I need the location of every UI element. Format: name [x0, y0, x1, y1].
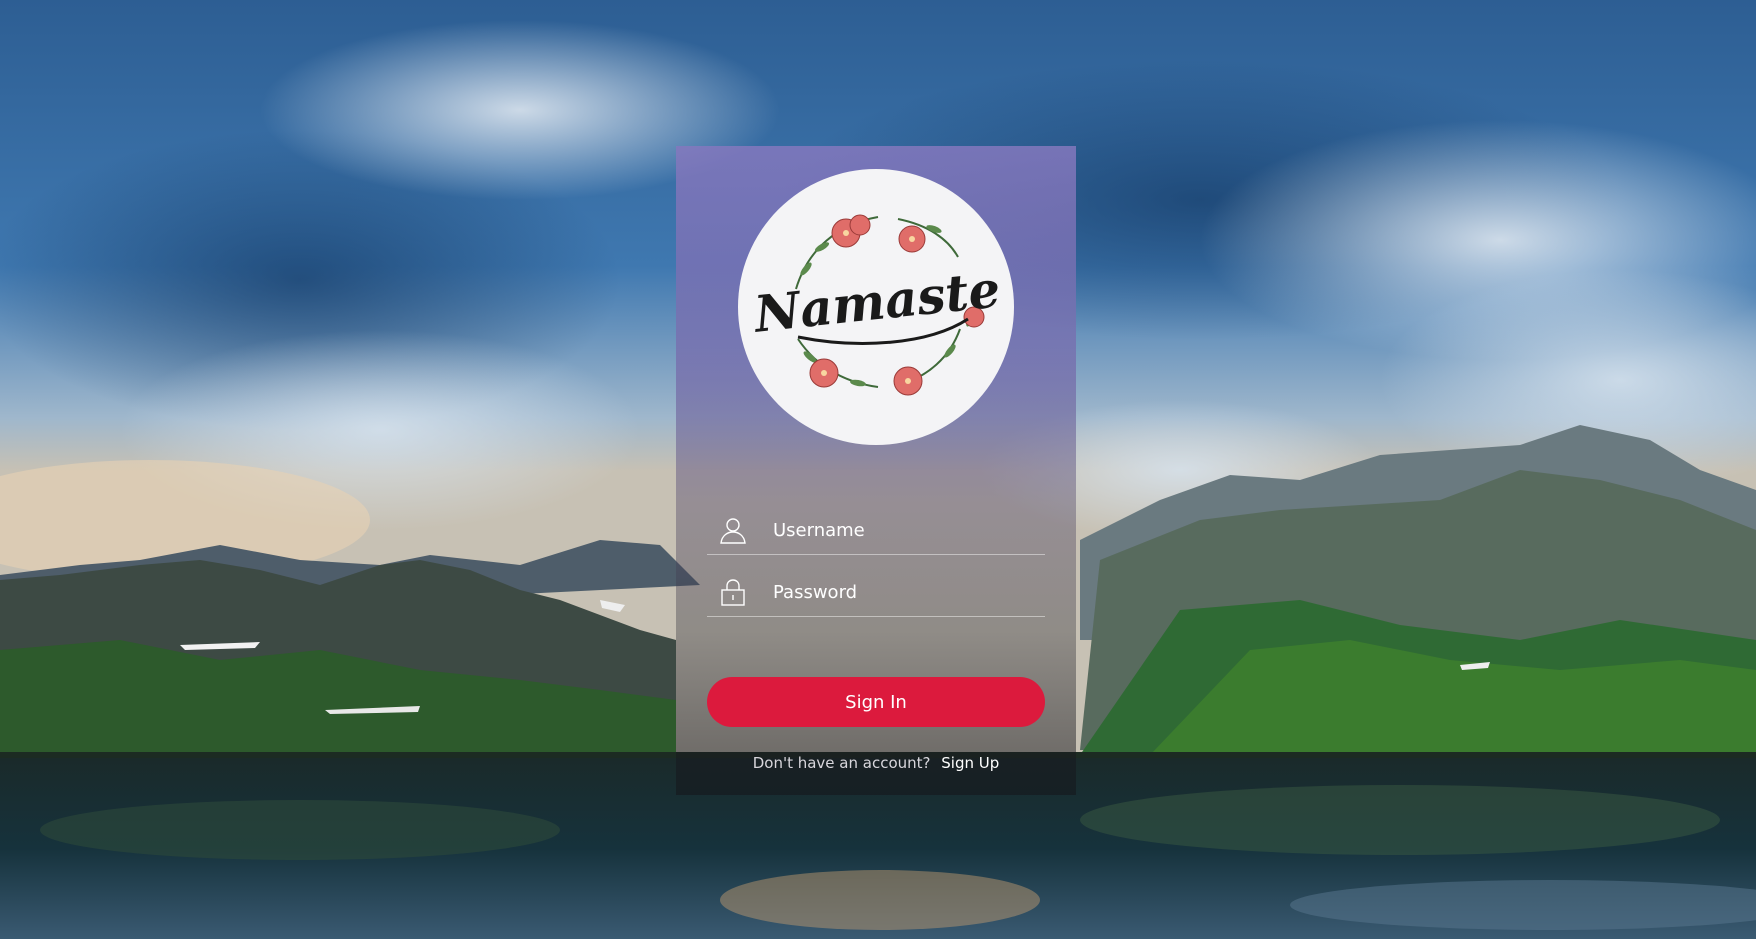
- signup-prompt: Don't have an account? Sign Up: [676, 754, 1076, 772]
- password-field-row: [707, 566, 1045, 617]
- username-input[interactable]: [771, 512, 1045, 548]
- signup-prompt-text: Don't have an account?: [752, 754, 931, 772]
- sign-in-button[interactable]: Sign In: [707, 677, 1045, 727]
- password-input[interactable]: [771, 574, 1045, 610]
- user-icon: [719, 516, 747, 544]
- username-field-row: [707, 504, 1045, 555]
- login-card: Namaste Sign In Don't have an account? S…: [676, 146, 1076, 795]
- svg-text:Namaste: Namaste: [750, 259, 1003, 344]
- namaste-logo: Namaste: [738, 169, 1014, 445]
- sign-up-link[interactable]: Sign Up: [941, 754, 999, 772]
- lock-icon: [719, 578, 747, 606]
